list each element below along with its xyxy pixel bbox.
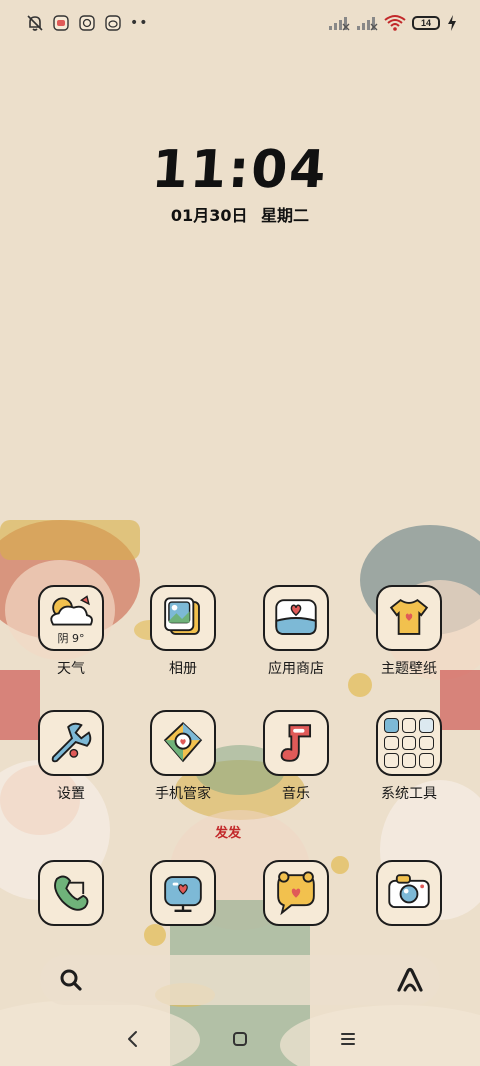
app-label: 设置 [57,786,85,802]
status-bar: •• 14 [0,0,480,50]
weather-icon: 阴 9° [38,585,104,651]
folder-app-icon [419,753,434,768]
app-camera[interactable] [353,860,465,926]
gallery-icon [150,585,216,651]
folder-app-icon [401,753,417,768]
folder-app-icon [419,718,434,733]
app-system-tools-folder[interactable]: 系统工具 [353,710,465,803]
system-tools-folder-icon [376,710,442,776]
notification-app-icon-1 [53,15,69,31]
app-label: 应用商店 [268,661,324,677]
messages-icon [263,860,329,926]
navigation-bar [0,1010,480,1066]
battery-level: 14 [420,18,431,28]
search-icon[interactable] [58,967,84,993]
clock-time: 11:04 [150,140,330,200]
app-phone[interactable] [15,860,127,926]
app-label: 相册 [169,661,197,677]
theme-wallpaper-icon [376,585,442,651]
clock-date: 01月30日 星期二 [0,202,480,226]
wifi-icon [384,15,406,31]
app-label: 天气 [57,661,85,677]
battery-icon: 14 [412,16,440,30]
menu-icon[interactable] [335,1026,361,1052]
browser-icon [150,860,216,926]
app-store-icon [263,585,329,651]
folder-app-icon [419,735,434,751]
music-icon [263,710,329,776]
app-label: 音乐 [282,786,310,802]
signal-bars-no-service-icon [329,17,350,31]
bell-muted-icon [27,15,43,31]
settings-icon [38,710,104,776]
app-label: 主题壁纸 [381,661,437,677]
app-theme-wallpaper[interactable]: 主题壁纸 [353,585,465,678]
app-messages[interactable] [240,860,352,926]
app-label: 手机管家 [155,786,211,802]
app-music[interactable]: 音乐 [240,710,352,803]
app-store[interactable]: 应用商店 [240,585,352,678]
charging-bolt-icon [448,15,456,31]
wallpaper-fortune-text: 发发 [215,826,242,841]
folder-app-icon [401,718,417,733]
camera-icon [376,860,442,926]
phone-manager-icon [150,710,216,776]
weekday-text: 星期二 [261,206,310,225]
app-browser[interactable] [127,860,239,926]
clock-widget[interactable]: 11:04 01月30日 星期二 [0,140,480,226]
search-bar[interactable] [40,955,440,1005]
folder-app-icon [384,753,399,768]
assistant-icon[interactable] [396,967,424,993]
app-settings[interactable]: 设置 [15,710,127,803]
home-icon[interactable] [227,1026,253,1052]
notification-app-icon-3 [105,15,121,31]
app-gallery[interactable]: 相册 [127,585,239,678]
folder-app-icon [384,718,399,733]
app-weather[interactable]: 阴 9° 天气 [15,585,127,678]
signal-bars-no-service-icon [357,17,378,31]
folder-app-icon [384,735,399,751]
app-phone-manager[interactable]: 手机管家 [127,710,239,803]
phone-icon [38,860,104,926]
date-text: 01月30日 [170,206,248,225]
folder-app-icon [401,735,417,751]
notification-app-icon-2 [79,15,95,31]
weather-temp: 阴 9° [57,632,85,645]
more-notifications-dots: •• [130,15,149,31]
app-label: 系统工具 [381,786,437,802]
back-icon[interactable] [120,1026,146,1052]
